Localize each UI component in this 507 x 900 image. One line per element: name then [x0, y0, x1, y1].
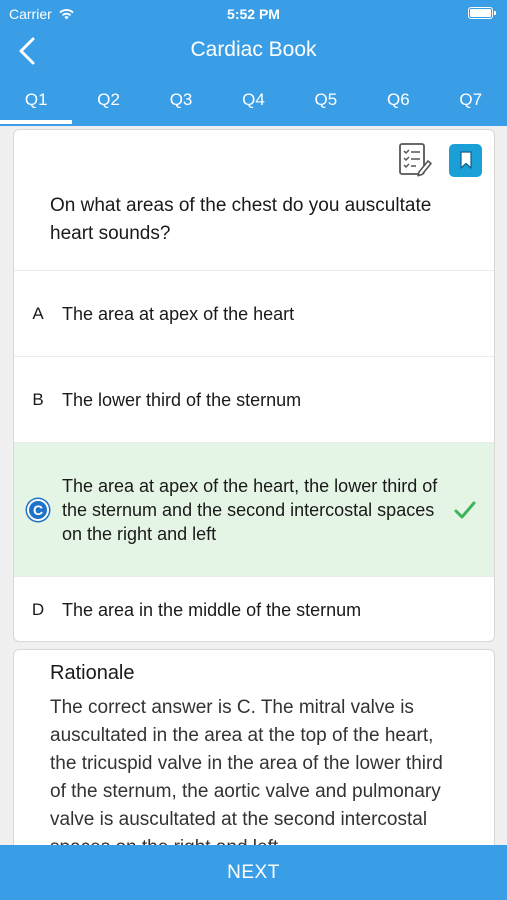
notes-checklist-icon[interactable] [397, 142, 433, 178]
question-text: On what areas of the chest do you auscul… [50, 195, 432, 244]
tab-q4[interactable]: Q4 [217, 80, 289, 126]
option-letter: A [32, 303, 44, 323]
option-letter-selected: C [27, 498, 49, 521]
option-a[interactable]: A The area at apex of the heart [14, 270, 494, 356]
tab-q2[interactable]: Q2 [72, 80, 144, 126]
tab-q5[interactable]: Q5 [290, 80, 362, 126]
option-c-correct[interactable]: C The area at apex of the heart, the low… [14, 442, 494, 576]
rationale-title: Rationale [50, 662, 135, 684]
nav-bar: Cardiac Book [0, 28, 507, 74]
tab-q3[interactable]: Q3 [145, 80, 217, 126]
question-tabs: Q1 Q2 Q3 Q4 Q5 Q6 Q7 [0, 80, 507, 126]
option-text: The area at apex of the heart, the lower… [62, 475, 438, 544]
option-d[interactable]: D The area in the middle of the sternum [14, 576, 494, 641]
bookmark-icon [459, 151, 472, 169]
question-card: On what areas of the chest do you auscul… [13, 129, 495, 642]
bookmark-button[interactable] [449, 143, 482, 177]
option-text: The area at apex of the heart [62, 303, 295, 324]
battery-icon [468, 7, 496, 19]
page-title: Cardiac Book [190, 38, 317, 61]
tab-q1[interactable]: Q1 [0, 80, 73, 126]
rationale-text: The correct answer is C. The mitral valv… [50, 697, 443, 858]
option-b[interactable]: B The lower third of the sternum [14, 356, 494, 442]
clock: 5:52 PM [227, 6, 280, 22]
option-letter: B [32, 389, 44, 409]
option-text: The lower third of the sternum [62, 389, 302, 410]
option-text: The area in the middle of the sternum [62, 600, 362, 620]
status-bar: Carrier 5:52 PM [0, 0, 507, 28]
tab-q6[interactable]: Q6 [362, 80, 434, 126]
checkmark-icon [454, 501, 476, 518]
header: Carrier 5:52 PM Cardiac Book Q1 Q2 Q3 Q4… [0, 0, 507, 126]
next-button[interactable]: NEXT [0, 845, 507, 900]
tab-q7[interactable]: Q7 [435, 80, 507, 126]
card-tools [397, 142, 482, 178]
option-letter: D [31, 600, 45, 619]
